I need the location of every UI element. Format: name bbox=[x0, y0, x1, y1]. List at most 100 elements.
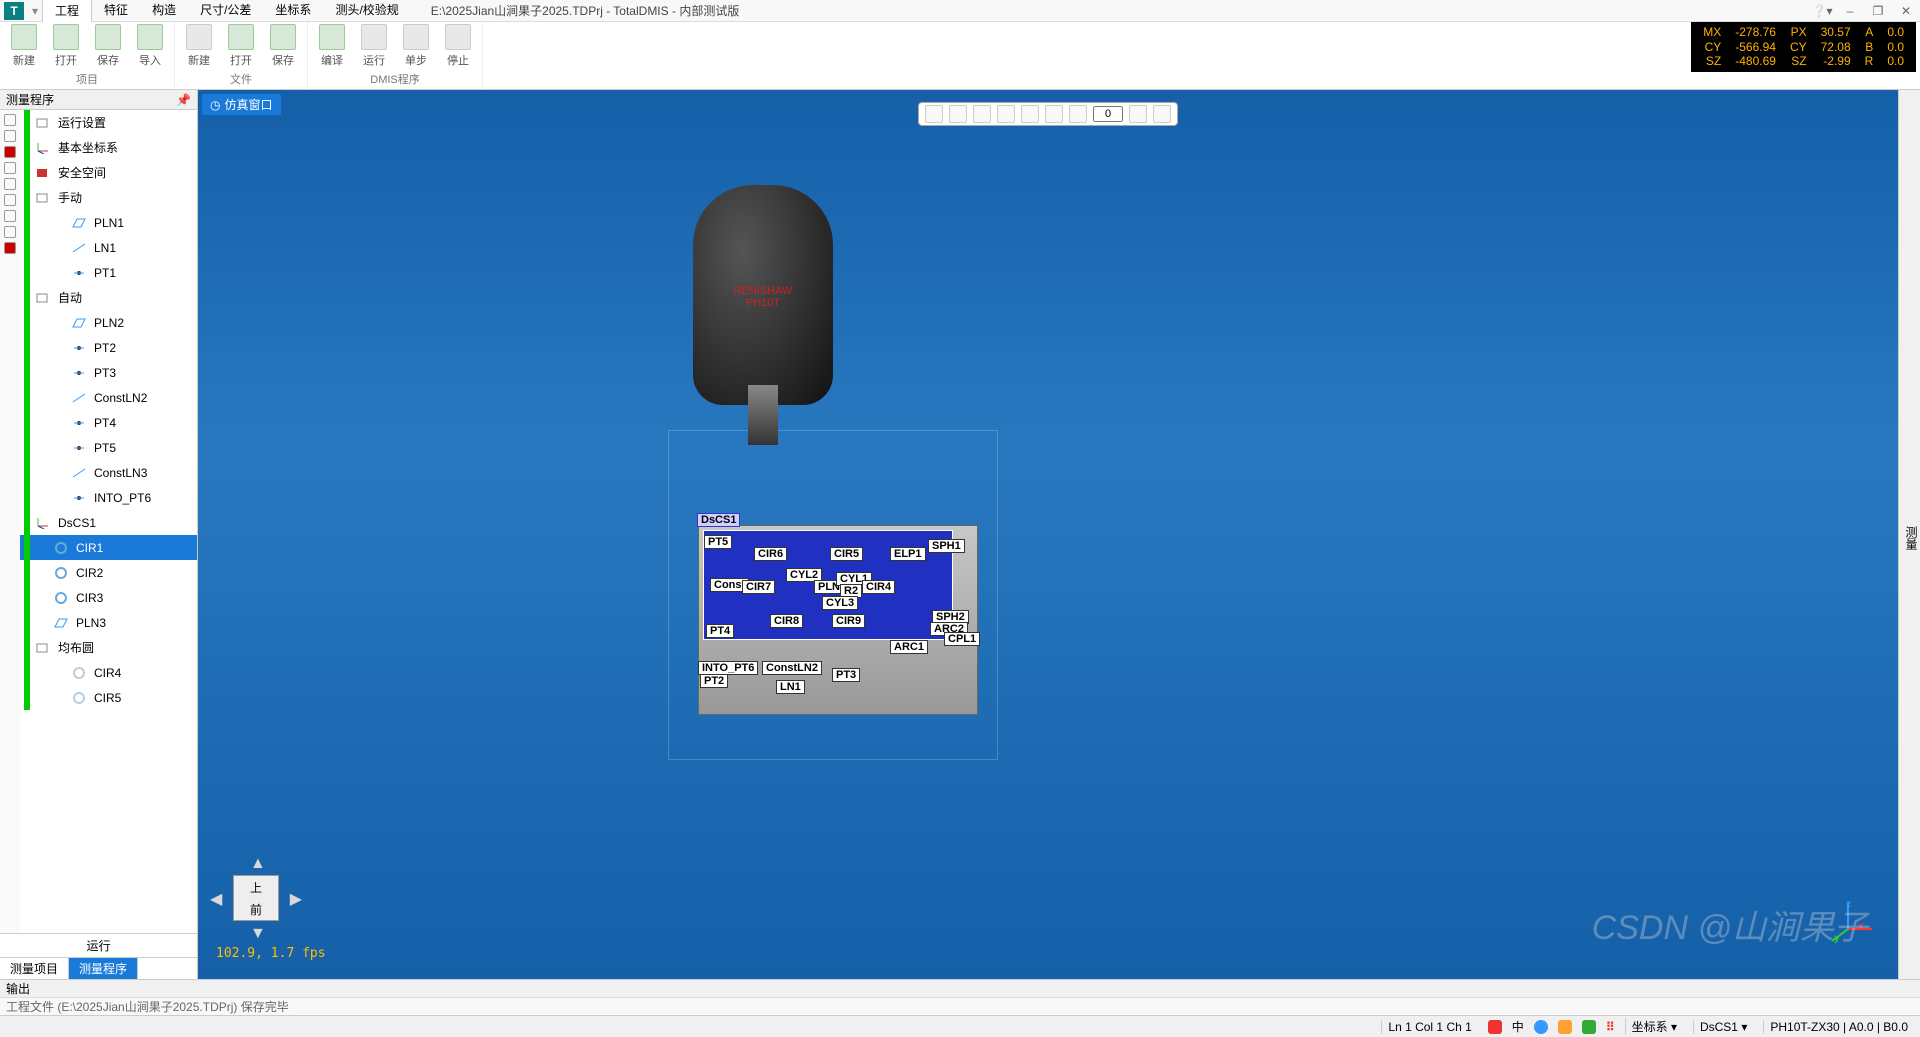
tree-item-ConstLN2[interactable]: ConstLN2 bbox=[20, 385, 197, 410]
view-menu-icon[interactable] bbox=[1045, 105, 1063, 123]
tree-item-CIR3[interactable]: CIR3 bbox=[20, 585, 197, 610]
right-dock-tab[interactable]: 测量 bbox=[1898, 90, 1920, 979]
tree-item-PT3[interactable]: PT3 bbox=[20, 360, 197, 385]
feature-label-CIR8[interactable]: CIR8 bbox=[770, 614, 803, 628]
menu-构造[interactable]: 构造 bbox=[140, 0, 188, 22]
tree-item-安全空间[interactable]: 安全空间 bbox=[20, 160, 197, 185]
tab-measure-program[interactable]: 测量程序 bbox=[69, 958, 138, 979]
output-panel-header[interactable]: 输出 bbox=[0, 979, 1920, 997]
feature-label-ELP1[interactable]: ELP1 bbox=[890, 547, 926, 561]
nav-right-icon[interactable]: ▶ bbox=[290, 889, 302, 909]
status-apps-icon[interactable]: ⠿ bbox=[1606, 1020, 1615, 1034]
tree-item-PLN3[interactable]: PLN3 bbox=[20, 610, 197, 635]
ribbon-保存[interactable]: 保存 bbox=[90, 24, 126, 68]
tree-item-运行设置[interactable]: 运行设置 bbox=[20, 110, 197, 135]
menu-dropdown-icon[interactable]: ▾ bbox=[28, 4, 42, 18]
feature-label-CIR4[interactable]: CIR4 bbox=[862, 580, 895, 594]
feature-label-CPL1[interactable]: CPL1 bbox=[944, 632, 980, 646]
feature-label-ARC1[interactable]: ARC1 bbox=[890, 640, 928, 654]
menu-测头/校验规[interactable]: 测头/校验规 bbox=[323, 0, 410, 22]
viewport-tab[interactable]: ◷ 仿真窗口 bbox=[202, 94, 281, 115]
maximize-button[interactable]: ❐ bbox=[1864, 4, 1892, 18]
feature-label-CIR6[interactable]: CIR6 bbox=[754, 547, 787, 561]
program-tree[interactable]: 运行设置基本坐标系安全空间手动PLN1LN1PT1自动PLN2PT2PT3Con… bbox=[20, 110, 197, 933]
view-cube[interactable]: ▲ ◀ ▶ ▼ 上 前 bbox=[216, 859, 296, 939]
tree-item-CIR5[interactable]: CIR5 bbox=[20, 685, 197, 710]
3d-viewport[interactable]: ◷ 仿真窗口 RENISHAWPH10T DsCS1PT5CIR6CIR5ELP… bbox=[198, 90, 1898, 979]
tree-item-PT1[interactable]: PT1 bbox=[20, 260, 197, 285]
tree-item-PLN1[interactable]: PLN1 bbox=[20, 210, 197, 235]
nav-down-icon[interactable]: ▼ bbox=[250, 925, 266, 943]
ribbon-停止[interactable]: 停止 bbox=[440, 24, 476, 68]
tree-item-PLN2[interactable]: PLN2 bbox=[20, 310, 197, 335]
feature-label-SPH1[interactable]: SPH1 bbox=[928, 539, 965, 553]
tree-item-INTO_PT6[interactable]: INTO_PT6 bbox=[20, 485, 197, 510]
close-button[interactable]: ✕ bbox=[1892, 4, 1920, 18]
cs-icon bbox=[34, 140, 52, 156]
tree-item-基本坐标系[interactable]: 基本坐标系 bbox=[20, 135, 197, 160]
ribbon-保存[interactable]: 保存 bbox=[265, 24, 301, 68]
tree-item-CIR4[interactable]: CIR4 bbox=[20, 660, 197, 685]
feature-label-CYL3[interactable]: CYL3 bbox=[822, 596, 858, 610]
visibility-icon[interactable] bbox=[1153, 105, 1171, 123]
status-cs-value[interactable]: DsCS1 ▾ bbox=[1693, 1020, 1753, 1034]
ribbon-运行[interactable]: 运行 bbox=[356, 24, 392, 68]
tree-item-CIR1[interactable]: CIR1 bbox=[20, 535, 197, 560]
status-skin-icon[interactable] bbox=[1558, 1020, 1572, 1034]
pin-icon[interactable]: 📌 bbox=[176, 90, 197, 109]
feature-label-DsCS1[interactable]: DsCS1 bbox=[697, 513, 740, 527]
status-cs-label[interactable]: 坐标系 ▾ bbox=[1625, 1018, 1683, 1035]
home-view-icon[interactable] bbox=[925, 105, 943, 123]
tree-item-自动[interactable]: 自动 bbox=[20, 285, 197, 310]
tree-item-PT2[interactable]: PT2 bbox=[20, 335, 197, 360]
feature-label-CIR5[interactable]: CIR5 bbox=[830, 547, 863, 561]
ribbon-label: 编译 bbox=[321, 52, 343, 68]
ribbon-打开[interactable]: 打开 bbox=[223, 24, 259, 68]
status-voice-icon[interactable] bbox=[1534, 1020, 1548, 1034]
feature-label-PT4[interactable]: PT4 bbox=[706, 624, 734, 638]
select-icon[interactable] bbox=[1069, 105, 1087, 123]
menu-特征[interactable]: 特征 bbox=[92, 0, 140, 22]
minimize-button[interactable]: – bbox=[1836, 4, 1864, 18]
ribbon-编译[interactable]: 编译 bbox=[314, 24, 350, 68]
tree-item-CIR2[interactable]: CIR2 bbox=[20, 560, 197, 585]
help-icon[interactable]: ❔▾ bbox=[1808, 4, 1836, 18]
feature-label-CIR7[interactable]: CIR7 bbox=[742, 580, 775, 594]
nav-up-icon[interactable]: ▲ bbox=[250, 855, 266, 873]
feature-label-PT2[interactable]: PT2 bbox=[700, 674, 728, 688]
feature-label-PT5[interactable]: PT5 bbox=[704, 535, 732, 549]
ribbon-打开[interactable]: 打开 bbox=[48, 24, 84, 68]
snap-menu-icon[interactable] bbox=[1129, 105, 1147, 123]
run-button[interactable]: 运行 bbox=[0, 933, 197, 957]
pan-icon[interactable] bbox=[949, 105, 967, 123]
nav-left-icon[interactable]: ◀ bbox=[210, 889, 222, 909]
menu-工程[interactable]: 工程 bbox=[42, 0, 92, 22]
tree-item-均布圆[interactable]: 均布圆 bbox=[20, 635, 197, 660]
tree-item-PT5[interactable]: PT5 bbox=[20, 435, 197, 460]
tree-item-手动[interactable]: 手动 bbox=[20, 185, 197, 210]
menu-尺寸/公差[interactable]: 尺寸/公差 bbox=[188, 0, 263, 22]
tree-item-LN1[interactable]: LN1 bbox=[20, 235, 197, 260]
toolbar-value-input[interactable] bbox=[1093, 106, 1123, 122]
tree-item-DsCS1[interactable]: DsCS1 bbox=[20, 510, 197, 535]
tree-item-ConstLN3[interactable]: ConstLN3 bbox=[20, 460, 197, 485]
feature-label-PT3[interactable]: PT3 bbox=[832, 668, 860, 682]
status-tool-icon[interactable] bbox=[1582, 1020, 1596, 1034]
ribbon-单步[interactable]: 单步 bbox=[398, 24, 434, 68]
tree-item-PT4[interactable]: PT4 bbox=[20, 410, 197, 435]
feature-label-INTO_PT6[interactable]: INTO_PT6 bbox=[698, 661, 758, 675]
tree-item-label: PLN2 bbox=[94, 316, 124, 330]
status-ime-icon[interactable] bbox=[1488, 1020, 1502, 1034]
ribbon-新建[interactable]: 新建 bbox=[6, 24, 42, 68]
feature-label-CIR9[interactable]: CIR9 bbox=[832, 614, 865, 628]
tab-measure-items[interactable]: 测量项目 bbox=[0, 958, 69, 979]
feature-label-LN1[interactable]: LN1 bbox=[776, 680, 805, 694]
zoom-icon[interactable] bbox=[973, 105, 991, 123]
ribbon-导入[interactable]: 导入 bbox=[132, 24, 168, 68]
feature-label-ConstLN2[interactable]: ConstLN2 bbox=[762, 661, 822, 675]
pt-icon bbox=[70, 415, 88, 431]
ribbon-新建[interactable]: 新建 bbox=[181, 24, 217, 68]
fit-icon[interactable] bbox=[1021, 105, 1039, 123]
zoom-window-icon[interactable] bbox=[997, 105, 1015, 123]
menu-坐标系[interactable]: 坐标系 bbox=[263, 0, 323, 22]
